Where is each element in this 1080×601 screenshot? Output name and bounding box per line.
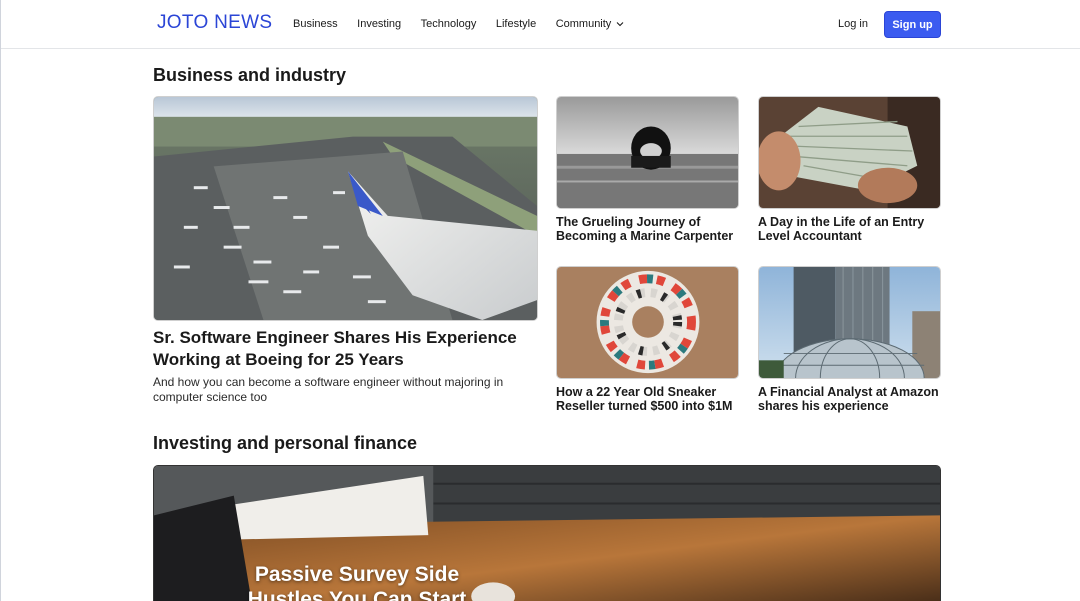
card-title-amazon[interactable]: A Financial Analyst at Amazon shares his… bbox=[758, 385, 943, 413]
card-image-accountant[interactable] bbox=[758, 96, 941, 209]
card-title-marine[interactable]: The Grueling Journey of Becoming a Marin… bbox=[556, 215, 741, 243]
card-image-marine[interactable] bbox=[556, 96, 739, 209]
nav-community-label: Community bbox=[555, 18, 612, 30]
hero-title[interactable]: Sr. Software Engineer Shares His Experie… bbox=[153, 327, 533, 370]
nav-investing[interactable]: Investing bbox=[357, 18, 401, 30]
card-title-sneakers[interactable]: How a 22 Year Old Sneaker Reseller turne… bbox=[556, 385, 741, 413]
card-image-amazon[interactable] bbox=[758, 266, 941, 379]
section-title-investing: Investing and personal finance bbox=[153, 433, 418, 453]
nav-community[interactable]: Community bbox=[556, 18, 625, 30]
chevron-down-icon bbox=[616, 22, 624, 27]
card-image-sneakers[interactable] bbox=[556, 266, 739, 379]
site-logo[interactable]: JOTO NEWS bbox=[157, 12, 272, 34]
nav-technology[interactable]: Technology bbox=[421, 18, 477, 30]
hero-image[interactable] bbox=[153, 96, 538, 321]
nav-lifestyle[interactable]: Lifestyle bbox=[496, 18, 536, 30]
signup-button[interactable]: Sign up bbox=[884, 11, 941, 38]
main-nav: Business Investing Technology Lifestyle … bbox=[293, 18, 644, 30]
nav-business[interactable]: Business bbox=[293, 18, 338, 30]
feature-title[interactable]: Passive Survey Side Hustles You Can Star… bbox=[237, 562, 477, 601]
hero-subtitle: And how you can become a software engine… bbox=[153, 375, 504, 404]
site-header: JOTO NEWS Business Investing Technology … bbox=[1, 0, 1080, 49]
login-link[interactable]: Log in bbox=[838, 18, 868, 30]
card-title-accountant[interactable]: A Day in the Life of an Entry Level Acco… bbox=[758, 215, 943, 243]
section-title-business: Business and industry bbox=[153, 65, 347, 85]
